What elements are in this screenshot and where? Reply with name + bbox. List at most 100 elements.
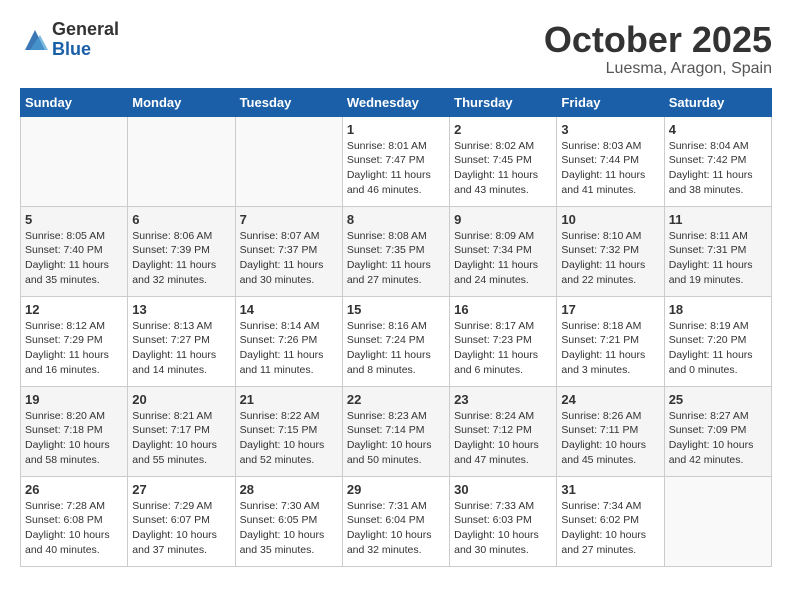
day-info: Sunrise: 7:31 AM Sunset: 6:04 PM Dayligh… — [347, 499, 445, 558]
day-number: 15 — [347, 302, 445, 317]
weekday-header-sunday: Sunday — [21, 88, 128, 116]
logo: General Blue — [20, 20, 119, 60]
day-info: Sunrise: 7:33 AM Sunset: 6:03 PM Dayligh… — [454, 499, 552, 558]
day-number: 11 — [669, 212, 767, 227]
calendar-cell: 7 Sunrise: 8:07 AM Sunset: 7:37 PM Daylig… — [235, 206, 342, 296]
day-info: Sunrise: 8:07 AM Sunset: 7:37 PM Dayligh… — [240, 229, 338, 288]
calendar-cell: 11Sunrise: 8:11 AM Sunset: 7:31 PM Dayli… — [664, 206, 771, 296]
day-number: 28 — [240, 482, 338, 497]
calendar-cell: 24 Sunrise: 8:26 AM Sunset: 7:11 PM Dayli… — [557, 386, 664, 476]
day-number: 5 — [25, 212, 123, 227]
day-number: 20 — [132, 392, 230, 407]
calendar-cell: 27 Sunrise: 7:29 AM Sunset: 6:07 PM Dayli… — [128, 476, 235, 566]
calendar-cell — [664, 476, 771, 566]
weekday-header-monday: Monday — [128, 88, 235, 116]
calendar-cell: 6Sunrise: 8:06 AM Sunset: 7:39 PM Daylig… — [128, 206, 235, 296]
day-number: 10 — [561, 212, 659, 227]
day-info: Sunrise: 8:18 AM Sunset: 7:21 PM Dayligh… — [561, 319, 659, 378]
calendar-cell: 5 Sunrise: 8:05 AM Sunset: 7:40 PM Daylig… — [21, 206, 128, 296]
weekday-header-thursday: Thursday — [450, 88, 557, 116]
calendar-cell: 26Sunrise: 7:28 AM Sunset: 6:08 PM Dayli… — [21, 476, 128, 566]
logo-icon — [20, 25, 50, 55]
day-number: 13 — [132, 302, 230, 317]
logo-text: General Blue — [52, 20, 119, 60]
calendar-cell: 22 Sunrise: 8:23 AM Sunset: 7:14 PM Dayli… — [342, 386, 449, 476]
day-info: Sunrise: 8:08 AM Sunset: 7:35 PM Dayligh… — [347, 229, 445, 288]
day-info: Sunrise: 8:27 AM Sunset: 7:09 PM Dayligh… — [669, 409, 767, 468]
day-number: 29 — [347, 482, 445, 497]
day-number: 26 — [25, 482, 123, 497]
calendar-cell: 19Sunrise: 8:20 AM Sunset: 7:18 PM Dayli… — [21, 386, 128, 476]
day-info: Sunrise: 8:23 AM Sunset: 7:14 PM Dayligh… — [347, 409, 445, 468]
calendar-cell: 28 Sunrise: 7:30 AM Sunset: 6:05 PM Dayli… — [235, 476, 342, 566]
calendar-cell: 14 Sunrise: 8:14 AM Sunset: 7:26 PM Dayli… — [235, 296, 342, 386]
title-block: October 2025 Luesma, Aragon, Spain — [544, 20, 772, 78]
day-info: Sunrise: 8:01 AM Sunset: 7:47 PM Dayligh… — [347, 139, 445, 198]
calendar-cell: 31 Sunrise: 7:34 AM Sunset: 6:02 PM Dayli… — [557, 476, 664, 566]
calendar-week-2: 12 Sunrise: 8:12 AM Sunset: 7:29 PM Dayli… — [21, 296, 772, 386]
day-info: Sunrise: 8:16 AM Sunset: 7:24 PM Dayligh… — [347, 319, 445, 378]
calendar-cell: 30 Sunrise: 7:33 AM Sunset: 6:03 PM Dayli… — [450, 476, 557, 566]
calendar-cell: 20 Sunrise: 8:21 AM Sunset: 7:17 PM Dayli… — [128, 386, 235, 476]
day-info: Sunrise: 7:34 AM Sunset: 6:02 PM Dayligh… — [561, 499, 659, 558]
day-number: 31 — [561, 482, 659, 497]
weekday-header-friday: Friday — [557, 88, 664, 116]
calendar-table: SundayMondayTuesdayWednesdayThursdayFrid… — [20, 88, 772, 567]
day-number: 12 — [25, 302, 123, 317]
day-info: Sunrise: 8:17 AM Sunset: 7:23 PM Dayligh… — [454, 319, 552, 378]
day-number: 24 — [561, 392, 659, 407]
day-number: 3 — [561, 122, 659, 137]
day-info: Sunrise: 8:21 AM Sunset: 7:17 PM Dayligh… — [132, 409, 230, 468]
day-number: 14 — [240, 302, 338, 317]
calendar-week-3: 19Sunrise: 8:20 AM Sunset: 7:18 PM Dayli… — [21, 386, 772, 476]
calendar-cell: 17 Sunrise: 8:18 AM Sunset: 7:21 PM Dayli… — [557, 296, 664, 386]
day-number: 27 — [132, 482, 230, 497]
day-number: 17 — [561, 302, 659, 317]
day-info: Sunrise: 7:29 AM Sunset: 6:07 PM Dayligh… — [132, 499, 230, 558]
day-info: Sunrise: 8:10 AM Sunset: 7:32 PM Dayligh… — [561, 229, 659, 288]
day-number: 18 — [669, 302, 767, 317]
day-info: Sunrise: 8:06 AM Sunset: 7:39 PM Dayligh… — [132, 229, 230, 288]
weekday-header-wednesday: Wednesday — [342, 88, 449, 116]
calendar-cell: 23Sunrise: 8:24 AM Sunset: 7:12 PM Dayli… — [450, 386, 557, 476]
day-number: 1 — [347, 122, 445, 137]
day-number: 8 — [347, 212, 445, 227]
day-number: 30 — [454, 482, 552, 497]
day-number: 25 — [669, 392, 767, 407]
calendar-week-4: 26Sunrise: 7:28 AM Sunset: 6:08 PM Dayli… — [21, 476, 772, 566]
calendar-cell: 29 Sunrise: 7:31 AM Sunset: 6:04 PM Dayli… — [342, 476, 449, 566]
day-info: Sunrise: 8:04 AM Sunset: 7:42 PM Dayligh… — [669, 139, 767, 198]
location: Luesma, Aragon, Spain — [544, 60, 772, 78]
day-info: Sunrise: 8:22 AM Sunset: 7:15 PM Dayligh… — [240, 409, 338, 468]
day-info: Sunrise: 7:30 AM Sunset: 6:05 PM Dayligh… — [240, 499, 338, 558]
month-title: October 2025 — [544, 20, 772, 60]
calendar-cell: 16Sunrise: 8:17 AM Sunset: 7:23 PM Dayli… — [450, 296, 557, 386]
calendar-week-1: 5 Sunrise: 8:05 AM Sunset: 7:40 PM Daylig… — [21, 206, 772, 296]
day-info: Sunrise: 8:14 AM Sunset: 7:26 PM Dayligh… — [240, 319, 338, 378]
calendar-cell: 9Sunrise: 8:09 AM Sunset: 7:34 PM Daylig… — [450, 206, 557, 296]
calendar-cell — [21, 116, 128, 206]
calendar-cell: 13 Sunrise: 8:13 AM Sunset: 7:27 PM Dayli… — [128, 296, 235, 386]
calendar-cell: 2Sunrise: 8:02 AM Sunset: 7:45 PM Daylig… — [450, 116, 557, 206]
calendar-cell: 3Sunrise: 8:03 AM Sunset: 7:44 PM Daylig… — [557, 116, 664, 206]
day-number: 22 — [347, 392, 445, 407]
weekday-header-tuesday: Tuesday — [235, 88, 342, 116]
day-info: Sunrise: 8:26 AM Sunset: 7:11 PM Dayligh… — [561, 409, 659, 468]
day-info: Sunrise: 8:05 AM Sunset: 7:40 PM Dayligh… — [25, 229, 123, 288]
calendar-cell: 1 Sunrise: 8:01 AM Sunset: 7:47 PM Daylig… — [342, 116, 449, 206]
calendar-cell: 4Sunrise: 8:04 AM Sunset: 7:42 PM Daylig… — [664, 116, 771, 206]
weekday-header-row: SundayMondayTuesdayWednesdayThursdayFrid… — [21, 88, 772, 116]
calendar-cell: 10 Sunrise: 8:10 AM Sunset: 7:32 PM Dayli… — [557, 206, 664, 296]
calendar-week-0: 1 Sunrise: 8:01 AM Sunset: 7:47 PM Daylig… — [21, 116, 772, 206]
day-number: 7 — [240, 212, 338, 227]
day-info: Sunrise: 8:09 AM Sunset: 7:34 PM Dayligh… — [454, 229, 552, 288]
calendar-cell: 12 Sunrise: 8:12 AM Sunset: 7:29 PM Dayli… — [21, 296, 128, 386]
day-number: 19 — [25, 392, 123, 407]
calendar-cell: 21 Sunrise: 8:22 AM Sunset: 7:15 PM Dayli… — [235, 386, 342, 476]
day-info: Sunrise: 8:12 AM Sunset: 7:29 PM Dayligh… — [25, 319, 123, 378]
logo-general: General — [52, 20, 119, 40]
calendar-cell: 18Sunrise: 8:19 AM Sunset: 7:20 PM Dayli… — [664, 296, 771, 386]
day-number: 2 — [454, 122, 552, 137]
day-number: 21 — [240, 392, 338, 407]
day-info: Sunrise: 8:13 AM Sunset: 7:27 PM Dayligh… — [132, 319, 230, 378]
